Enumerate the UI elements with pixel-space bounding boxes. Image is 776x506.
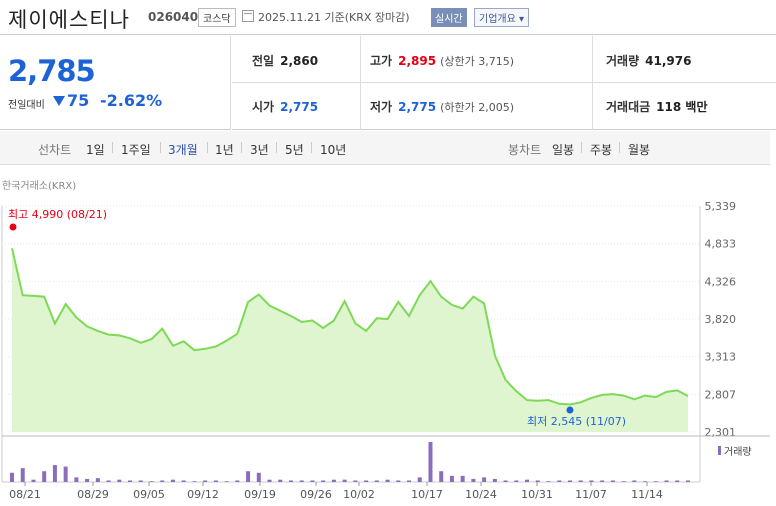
y-tick-label: 4,833 [705,238,737,251]
volume-bar [675,480,680,482]
volume-bar [589,480,594,482]
volume-bar [20,468,25,482]
x-tick-label: 09/05 [133,488,165,501]
volume-bar [321,480,326,482]
volume-bar [74,477,79,482]
volume-bar [567,480,572,482]
price-chart[interactable]: 5,339 4,833 4,326 3,820 3,313 2,807 2,301 최고 4,… [0,0,776,506]
price-area [12,248,688,432]
volume-bar [52,465,57,482]
volume-bar [331,479,336,482]
volume-bar [128,480,133,482]
volume-bar [686,480,690,482]
volume-bar [106,480,111,482]
volume-bar [482,477,487,482]
volume-bar [546,481,551,482]
volume-bar [525,479,530,482]
volume-bar [578,480,583,482]
volume-bar [213,480,218,482]
volume-bar [288,480,293,482]
volume-bar [256,472,261,482]
x-tick-label: 10/17 [411,488,443,501]
volume-bar [235,480,240,482]
volume-bar [85,478,90,482]
volume-bar [417,477,422,482]
volume-bar [632,480,637,482]
volume-bar [514,480,519,482]
volume-bar [299,480,304,482]
volume-bar [364,480,369,482]
min-label: 최저 2,545 (11/07) [527,415,626,428]
volume-bar [503,480,508,482]
volume-bar [278,479,283,482]
x-tick-label: 08/29 [77,488,109,501]
volume-bar [396,480,401,482]
volume-legend-swatch [718,446,721,455]
volume-bar [374,480,379,482]
max-label: 최고 4,990 (08/21) [8,208,107,221]
volume-bar [170,479,175,482]
volume-bar [460,475,465,482]
x-tick-label: 09/19 [244,488,276,501]
volume-bar [643,481,648,482]
y-tick-label: 3,313 [705,351,737,364]
volume-bar [449,475,454,482]
volume-bar [63,466,68,482]
x-tick-label: 09/12 [187,488,219,501]
x-tick-label: 10/02 [343,488,375,501]
volume-bar [160,480,165,482]
max-marker [9,223,17,231]
volume-bar [535,480,540,482]
volume-bar [181,480,186,482]
volume-bar [428,442,433,482]
x-tick-label: 11/07 [575,488,607,501]
volume-bar [95,478,100,482]
volume-bar [471,478,476,482]
volume-bar [492,478,497,482]
x-tick-label: 09/26 [300,488,332,501]
volume-bar [246,471,251,482]
volume-bar [664,480,669,482]
volume-bar [192,481,197,482]
volume-bar [10,472,14,482]
y-tick-label: 3,820 [705,313,737,326]
volume-bar [621,481,626,482]
volume-bar [310,480,315,482]
volume-bar [203,480,208,482]
volume-bar [557,480,562,482]
volume-bar [610,480,615,482]
x-tick-label: 10/31 [521,488,553,501]
volume-legend: 거래량 [724,446,752,458]
volume-bar [653,481,658,482]
y-tick-label: 2,301 [705,426,737,439]
volume-bar [42,471,47,482]
volume-bar [138,480,143,482]
min-marker [566,406,574,414]
volume-bar [439,471,444,482]
y-tick-label: 4,326 [705,275,737,288]
x-tick-label: 08/21 [9,488,41,501]
x-tick-label: 10/24 [465,488,497,501]
volume-bar [385,479,390,482]
volume-bar [267,479,272,482]
volume-bar [407,480,412,482]
volume-bar [353,480,358,482]
y-tick-label: 2,807 [705,388,737,401]
y-tick-label: 5,339 [705,200,737,213]
volume-bar [342,479,347,482]
volume-bar [117,479,122,482]
volume-bar [149,481,154,482]
x-tick-label: 11/14 [631,488,663,501]
volume-bar [224,481,229,482]
volume-bar [600,480,605,482]
volume-bar [31,479,36,482]
